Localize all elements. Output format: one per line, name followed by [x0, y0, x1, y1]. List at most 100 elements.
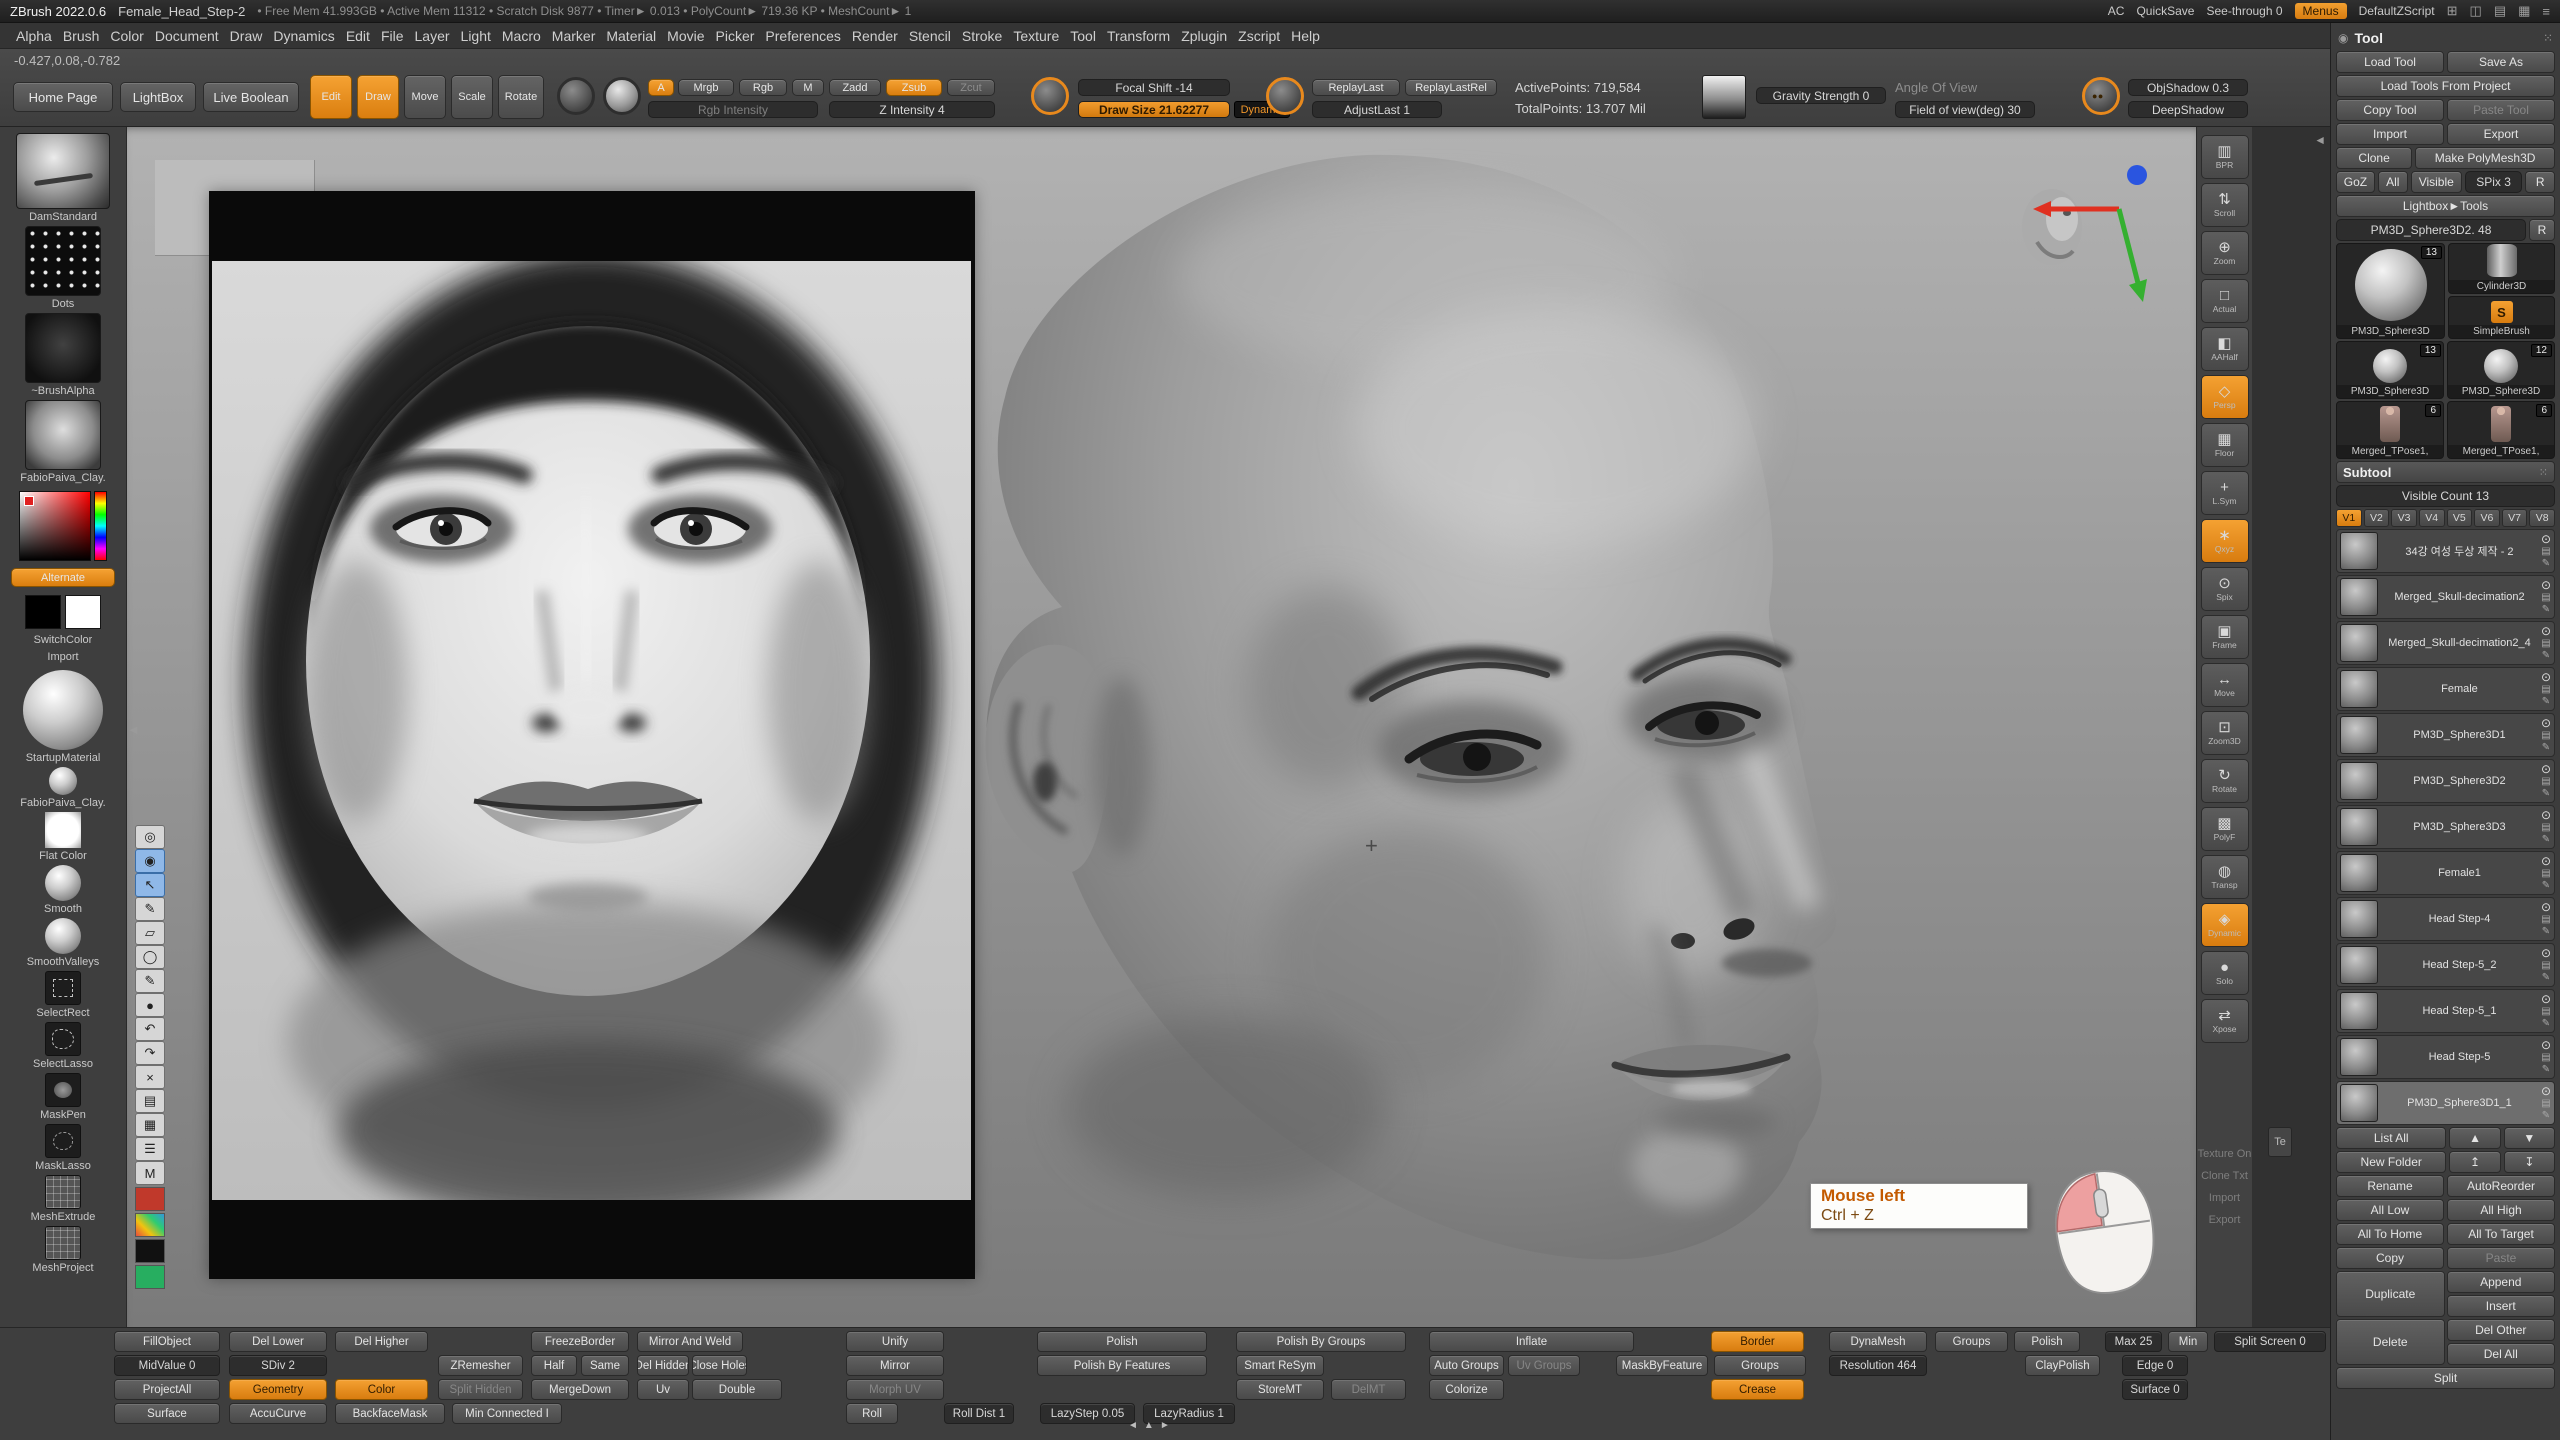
load-tools-from-project-button[interactable]: Load Tools From Project — [2336, 75, 2555, 97]
material-item[interactable]: MaskLasso — [0, 1124, 126, 1172]
focal-shift-slider[interactable]: Focal Shift -14 — [1078, 79, 1230, 96]
menu-item[interactable]: Tool — [1070, 28, 1096, 44]
cylinder3d-thumbnail[interactable]: Cylinder3D — [2448, 243, 2555, 294]
bottom-button[interactable]: Unify — [846, 1331, 944, 1352]
subtool-row[interactable]: Head Step-5_1 ⊙ ▤ ✎ — [2336, 989, 2555, 1033]
copy-subtool-button[interactable]: Copy — [2336, 1247, 2444, 1269]
bottom-button[interactable]: SDiv 2 — [229, 1355, 327, 1376]
polypaint-icon[interactable]: ▤ — [2541, 546, 2550, 557]
bottom-button[interactable]: FillObject — [114, 1331, 220, 1352]
default-zscript-button[interactable]: DefaultZScript — [2359, 4, 2435, 18]
menu-item[interactable]: Preferences — [765, 28, 840, 44]
deep-shadow-slider[interactable]: DeepShadow — [2128, 101, 2248, 118]
bottom-button[interactable]: MergeDown — [531, 1379, 629, 1400]
brush-thumbnail[interactable] — [25, 313, 101, 383]
bottom-button[interactable]: Same — [581, 1355, 629, 1376]
visibility-eye-icon[interactable]: ⊙ — [2541, 993, 2551, 1005]
bottom-button[interactable]: Morph UV — [846, 1379, 944, 1400]
bottom-button[interactable]: Uv Groups — [1508, 1355, 1580, 1376]
delete-button[interactable]: Delete — [2336, 1319, 2445, 1365]
layers-icon[interactable]: ▤ — [135, 1089, 165, 1113]
rainbow-swatch[interactable] — [135, 1213, 165, 1237]
bottom-button[interactable]: Polish By Groups — [1236, 1331, 1406, 1352]
subtool-row[interactable]: Head Step-5 ⊙ ▤ ✎ — [2336, 1035, 2555, 1079]
subtool-thumbnail[interactable] — [2340, 1038, 2378, 1076]
material-thumbnail[interactable] — [45, 1124, 81, 1158]
visibility-eye-icon[interactable]: ⊙ — [2541, 671, 2551, 683]
bottom-button[interactable]: Del Higher — [335, 1331, 428, 1352]
bottom-button[interactable]: FreezeBorder — [531, 1331, 629, 1352]
palette-icon[interactable]: ▦ — [135, 1113, 165, 1137]
right-shelf-button[interactable]: ▣ Frame — [2201, 615, 2249, 659]
bulb-icon[interactable]: ◎ — [135, 825, 165, 849]
visibility-eye-icon[interactable]: ⊙ — [2541, 579, 2551, 591]
marker-icon[interactable]: M — [135, 1161, 165, 1185]
pencil-icon[interactable]: ✎ — [135, 969, 165, 993]
tool-r-button[interactable]: R — [2529, 219, 2555, 241]
subtool-thumbnail[interactable] — [2340, 624, 2378, 662]
polypaint-icon[interactable]: ▤ — [2541, 684, 2550, 695]
sculpt-viewport[interactable]: ◎ ◉ ↖ ✎ ▱ ◯ ✎ ● ↶ ↷ — [127, 127, 2196, 1327]
brush-item[interactable]: ~BrushAlpha — [0, 313, 126, 397]
all-to-home-button[interactable]: All To Home — [2336, 1223, 2444, 1245]
bottom-button[interactable]: Resolution 464 — [1829, 1355, 1927, 1376]
main-color-swatch[interactable] — [25, 595, 61, 629]
paste-subtool-button[interactable]: Paste — [2447, 1247, 2555, 1269]
nav-right-icon[interactable]: ► — [1160, 1420, 1170, 1431]
save-as-button[interactable]: Save As — [2447, 51, 2555, 73]
right-shelf-button[interactable]: + L.Sym — [2201, 471, 2249, 515]
bottom-button[interactable]: Mirror — [846, 1355, 944, 1376]
visibility-tab[interactable]: V8 — [2529, 509, 2555, 527]
material-item[interactable]: SelectLasso — [0, 1022, 126, 1070]
field-of-view-slider[interactable]: Field of view(deg) 30 — [1895, 101, 2035, 118]
secondary-color-swatch[interactable] — [65, 595, 101, 629]
right-shelf-button[interactable]: ◇ Persp — [2201, 375, 2249, 419]
all-to-target-button[interactable]: All To Target — [2447, 1223, 2555, 1245]
menu-item[interactable]: Edit — [346, 28, 370, 44]
material-thumbnail[interactable] — [45, 865, 81, 901]
draw-size-slider[interactable]: Draw Size 21.62277 — [1078, 101, 1230, 118]
material-item[interactable]: Flat Color — [0, 812, 126, 862]
collapsed-palette-item[interactable]: Clone Txt — [2201, 1165, 2248, 1187]
menu-item[interactable]: Zscript — [1238, 28, 1280, 44]
subtool-thumbnail[interactable] — [2340, 532, 2378, 570]
sculpt-icon[interactable]: ✎ — [2542, 742, 2550, 753]
bottom-button[interactable]: Polish By Features — [1037, 1355, 1207, 1376]
panels-icon[interactable]: ▤ — [2494, 3, 2506, 19]
menu-item[interactable]: Color — [110, 28, 143, 44]
adjust-last-slider[interactable]: AdjustLast 1 — [1312, 101, 1442, 118]
import-tool-button[interactable]: Import — [2336, 123, 2444, 145]
menu-item[interactable]: Transform — [1107, 28, 1170, 44]
all-high-button[interactable]: All High — [2447, 1199, 2555, 1221]
subtool-thumbnail[interactable] — [2340, 1084, 2378, 1122]
palette-menu-icon[interactable]: ◉ — [2338, 31, 2348, 45]
polypaint-icon[interactable]: ▤ — [2541, 960, 2550, 971]
load-tool-button[interactable]: Load Tool — [2336, 51, 2444, 73]
material-item[interactable]: MeshExtrude — [0, 1175, 126, 1223]
rgb-button[interactable]: Rgb — [739, 79, 787, 96]
menu-item[interactable]: Stencil — [909, 28, 951, 44]
bottom-button[interactable]: ZRemesher — [438, 1355, 523, 1376]
bottom-button[interactable]: ProjectAll — [114, 1379, 220, 1400]
gravity-direction-icon[interactable] — [1702, 75, 1746, 119]
reference-photo[interactable] — [209, 191, 975, 1279]
zadd-button[interactable]: Zadd — [829, 79, 881, 96]
polypaint-icon[interactable]: ▤ — [2541, 592, 2550, 603]
material-item[interactable]: SmoothValleys — [0, 918, 126, 968]
move-to-bottom-button[interactable]: ↧ — [2504, 1151, 2555, 1173]
right-shelf-button[interactable]: ⊡ Zoom3D — [2201, 711, 2249, 755]
subtool-row[interactable]: PM3D_Sphere3D1_1 ⊙ ▤ ✎ — [2336, 1081, 2555, 1125]
clone-button[interactable]: Clone — [2336, 147, 2412, 169]
export-tool-button[interactable]: Export — [2447, 123, 2555, 145]
visibility-eye-icon[interactable]: ⊙ — [2541, 1039, 2551, 1051]
subtool-thumbnail[interactable] — [2340, 808, 2378, 846]
menu-item[interactable]: Help — [1291, 28, 1320, 44]
brush-icon[interactable]: ✎ — [135, 897, 165, 921]
bottom-button[interactable]: Max 25 — [2105, 1331, 2162, 1352]
material-item[interactable]: MaskPen — [0, 1073, 126, 1121]
visibility-eye-icon[interactable]: ⊙ — [2541, 533, 2551, 545]
nav-left-icon[interactable]: ◄ — [1128, 1420, 1138, 1431]
subtool-row[interactable]: Female ⊙ ▤ ✎ — [2336, 667, 2555, 711]
subtool-row[interactable]: Female1 ⊙ ▤ ✎ — [2336, 851, 2555, 895]
visibility-tab[interactable]: V6 — [2474, 509, 2500, 527]
